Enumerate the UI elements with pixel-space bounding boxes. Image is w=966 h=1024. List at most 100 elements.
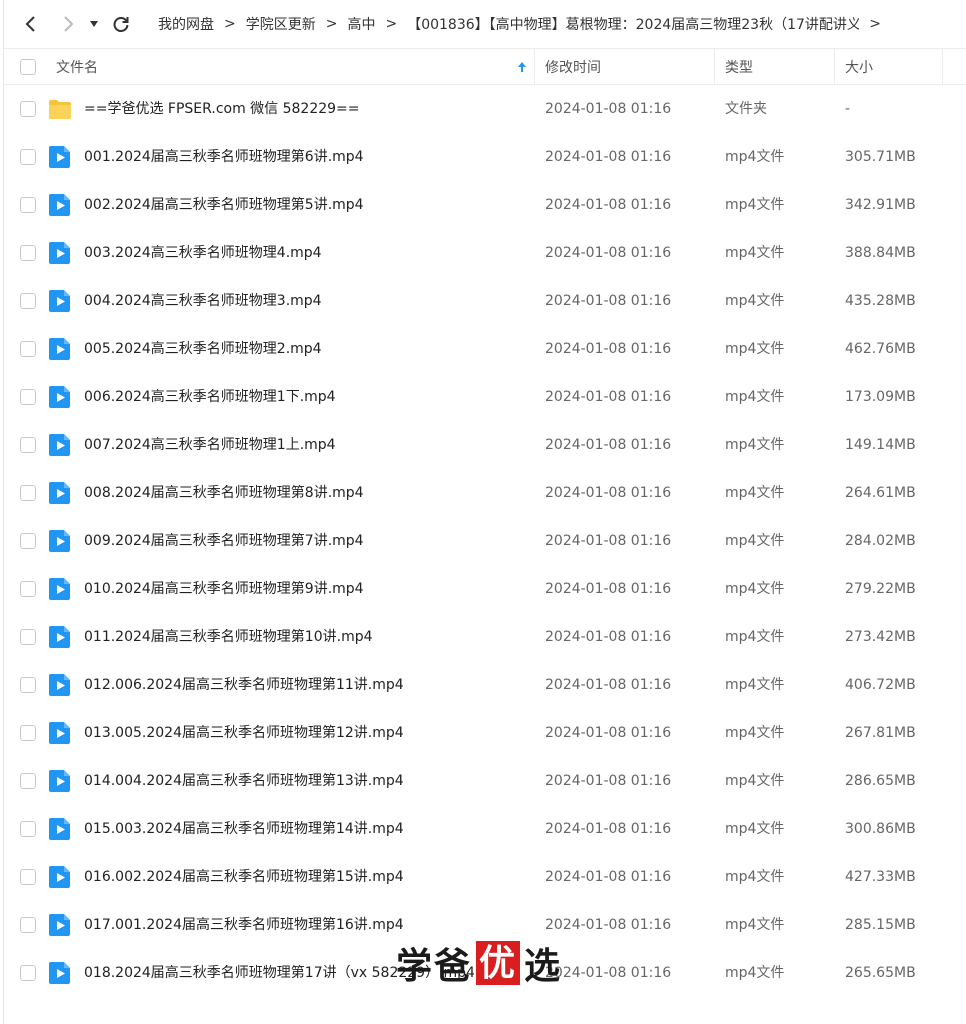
row-checkbox[interactable] xyxy=(20,485,36,501)
file-type: mp4文件 xyxy=(725,245,785,261)
breadcrumb-item[interactable]: 学院区更新 xyxy=(246,14,316,34)
file-size: 273.42MB xyxy=(845,629,916,645)
file-size: 284.02MB xyxy=(845,533,916,549)
file-name[interactable]: 007.2024高三秋季名师班物理1上.mp4 xyxy=(84,421,524,469)
file-list-header: 文件名 修改时间 类型 大小 xyxy=(4,48,966,85)
breadcrumb-more-icon[interactable]: > xyxy=(869,16,881,32)
file-name[interactable]: 004.2024高三秋季名师班物理3.mp4 xyxy=(84,277,524,325)
file-mtime: 2024-01-08 01:16 xyxy=(545,869,672,885)
file-type: mp4文件 xyxy=(725,341,785,357)
row-checkbox[interactable] xyxy=(20,821,36,837)
breadcrumb-item[interactable]: 高中 xyxy=(347,14,375,34)
refresh-button[interactable] xyxy=(109,12,133,36)
file-name[interactable]: ==学爸优选 FPSER.com 微信 582229== xyxy=(84,85,524,133)
file-name[interactable]: 003.2024高三秋季名师班物理4.mp4 xyxy=(84,229,524,277)
history-dropdown-button[interactable] xyxy=(84,12,104,36)
table-row[interactable]: 002.2024届高三秋季名师班物理第5讲.mp4 2024-01-08 01:1… xyxy=(4,181,966,229)
row-checkbox[interactable] xyxy=(20,149,36,165)
file-type: mp4文件 xyxy=(725,437,785,453)
row-checkbox[interactable] xyxy=(20,965,36,981)
file-name[interactable]: 010.2024届高三秋季名师班物理第9讲.mp4 xyxy=(84,565,524,613)
video-file-icon xyxy=(48,817,72,841)
file-name[interactable]: 002.2024届高三秋季名师班物理第5讲.mp4 xyxy=(84,181,524,229)
folder-icon xyxy=(48,97,72,121)
table-row[interactable]: 014.004.2024届高三秋季名师班物理第13讲.mp4 2024-01-08… xyxy=(4,757,966,805)
table-row[interactable]: 008.2024届高三秋季名师班物理第8讲.mp4 2024-01-08 01:1… xyxy=(4,469,966,517)
table-row[interactable]: ==学爸优选 FPSER.com 微信 582229== 2024-01-08 0… xyxy=(4,85,966,133)
video-file-icon xyxy=(48,769,72,793)
row-checkbox[interactable] xyxy=(20,773,36,789)
column-header-mtime[interactable]: 修改时间 xyxy=(545,49,601,85)
file-name[interactable]: 008.2024届高三秋季名师班物理第8讲.mp4 xyxy=(84,469,524,517)
table-row[interactable]: 004.2024高三秋季名师班物理3.mp4 2024-01-08 01:16 mp… xyxy=(4,277,966,325)
column-header-size[interactable]: 大小 xyxy=(845,49,873,85)
table-row[interactable]: 003.2024高三秋季名师班物理4.mp4 2024-01-08 01:16 mp… xyxy=(4,229,966,277)
select-all-checkbox[interactable] xyxy=(20,49,36,85)
table-row[interactable]: 011.2024届高三秋季名师班物理第10讲.mp4 2024-01-08 01:… xyxy=(4,613,966,661)
row-checkbox[interactable] xyxy=(20,869,36,885)
file-name[interactable]: 005.2024高三秋季名师班物理2.mp4 xyxy=(84,325,524,373)
column-header-name[interactable]: 文件名 xyxy=(56,49,98,85)
file-size: 267.81MB xyxy=(845,725,916,741)
table-row[interactable]: 015.003.2024届高三秋季名师班物理第14讲.mp4 2024-01-08… xyxy=(4,805,966,853)
video-file-icon xyxy=(48,529,72,553)
file-type: mp4文件 xyxy=(725,677,785,693)
row-checkbox[interactable] xyxy=(20,581,36,597)
row-checkbox[interactable] xyxy=(20,725,36,741)
row-checkbox[interactable] xyxy=(20,917,36,933)
table-row[interactable]: 006.2024高三秋季名师班物理1下.mp4 2024-01-08 01:16 m… xyxy=(4,373,966,421)
table-row[interactable]: 013.005.2024届高三秋季名师班物理第12讲.mp4 2024-01-08… xyxy=(4,709,966,757)
file-type: 文件夹 xyxy=(725,101,767,117)
breadcrumb-item-current[interactable]: 【001836】【高中物理】葛根物理：2024届高三物理23秋（17讲配讲义..… xyxy=(407,14,859,34)
row-checkbox[interactable] xyxy=(20,389,36,405)
file-size: 300.86MB xyxy=(845,821,916,837)
table-row[interactable]: 009.2024届高三秋季名师班物理第7讲.mp4 2024-01-08 01:1… xyxy=(4,517,966,565)
column-header-type[interactable]: 类型 xyxy=(725,49,753,85)
file-name[interactable]: 015.003.2024届高三秋季名师班物理第14讲.mp4 xyxy=(84,805,524,853)
sort-ascending-icon[interactable] xyxy=(517,49,527,85)
table-row[interactable]: 016.002.2024届高三秋季名师班物理第15讲.mp4 2024-01-08… xyxy=(4,853,966,901)
video-file-icon xyxy=(48,289,72,313)
file-size: - xyxy=(845,101,851,117)
row-checkbox[interactable] xyxy=(20,437,36,453)
watermark-text: 学爸 xyxy=(396,945,473,987)
column-divider xyxy=(942,49,943,85)
file-size: 435.28MB xyxy=(845,293,916,309)
row-checkbox[interactable] xyxy=(20,629,36,645)
file-name[interactable]: 009.2024届高三秋季名师班物理第7讲.mp4 xyxy=(84,517,524,565)
row-checkbox[interactable] xyxy=(20,197,36,213)
table-row[interactable]: 010.2024届高三秋季名师班物理第9讲.mp4 2024-01-08 01:1… xyxy=(4,565,966,613)
file-name[interactable]: 016.002.2024届高三秋季名师班物理第15讲.mp4 xyxy=(84,853,524,901)
breadcrumb-item[interactable]: 我的网盘 xyxy=(158,14,214,34)
video-file-icon xyxy=(48,673,72,697)
file-mtime: 2024-01-08 01:16 xyxy=(545,581,672,597)
file-size: 305.71MB xyxy=(845,149,916,165)
video-file-icon xyxy=(48,241,72,265)
table-row[interactable]: 001.2024届高三秋季名师班物理第6讲.mp4 2024-01-08 01:1… xyxy=(4,133,966,181)
row-checkbox[interactable] xyxy=(20,677,36,693)
row-checkbox[interactable] xyxy=(20,245,36,261)
row-checkbox[interactable] xyxy=(20,341,36,357)
row-checkbox[interactable] xyxy=(20,293,36,309)
file-type: mp4文件 xyxy=(725,485,785,501)
caret-down-icon xyxy=(90,21,98,27)
file-name[interactable]: 014.004.2024届高三秋季名师班物理第13讲.mp4 xyxy=(84,757,524,805)
file-name[interactable]: 013.005.2024届高三秋季名师班物理第12讲.mp4 xyxy=(84,709,524,757)
file-mtime: 2024-01-08 01:16 xyxy=(545,149,672,165)
file-mtime: 2024-01-08 01:16 xyxy=(545,677,672,693)
file-name[interactable]: 001.2024届高三秋季名师班物理第6讲.mp4 xyxy=(84,133,524,181)
table-row[interactable]: 005.2024高三秋季名师班物理2.mp4 2024-01-08 01:16 mp… xyxy=(4,325,966,373)
file-name[interactable]: 011.2024届高三秋季名师班物理第10讲.mp4 xyxy=(84,613,524,661)
row-checkbox[interactable] xyxy=(20,533,36,549)
back-button[interactable] xyxy=(19,12,43,36)
forward-button[interactable] xyxy=(56,12,80,36)
watermark-seal: 优 xyxy=(476,941,521,985)
file-name[interactable]: 012.006.2024届高三秋季名师班物理第11讲.mp4 xyxy=(84,661,524,709)
file-type: mp4文件 xyxy=(725,581,785,597)
table-row[interactable]: 012.006.2024届高三秋季名师班物理第11讲.mp4 2024-01-08… xyxy=(4,661,966,709)
file-name[interactable]: 006.2024高三秋季名师班物理1下.mp4 xyxy=(84,373,524,421)
file-type: mp4文件 xyxy=(725,725,785,741)
table-row[interactable]: 007.2024高三秋季名师班物理1上.mp4 2024-01-08 01:16 m… xyxy=(4,421,966,469)
row-checkbox[interactable] xyxy=(20,101,36,117)
file-size: 406.72MB xyxy=(845,677,916,693)
